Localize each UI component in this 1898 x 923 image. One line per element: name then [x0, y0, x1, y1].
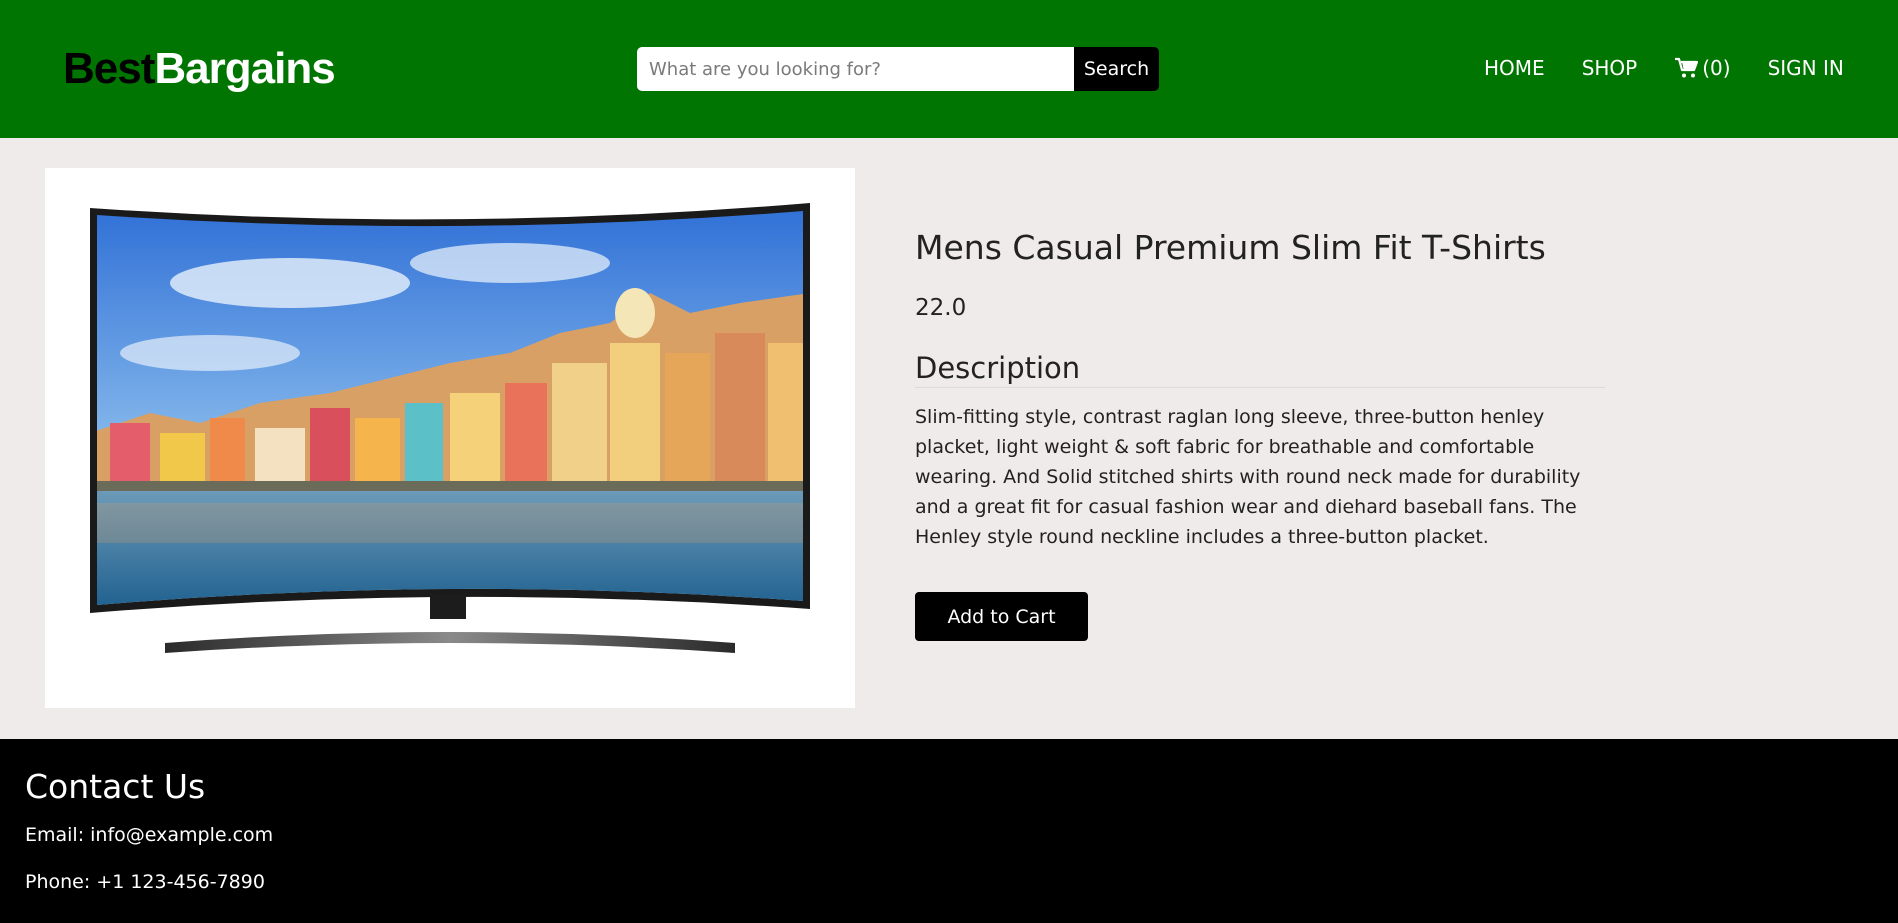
product-image-card — [45, 168, 855, 708]
curved-tv-image — [90, 203, 810, 653]
nav-shop[interactable]: SHOP — [1582, 56, 1638, 80]
logo-bargains: Bargains — [154, 44, 335, 93]
product-description: Slim-fitting style, contrast raglan long… — [915, 406, 1581, 548]
description-heading: Description — [915, 351, 1605, 388]
logo-best: Best — [63, 44, 155, 93]
contact-email: Email: info@example.com — [25, 824, 274, 846]
search-form: Search — [637, 47, 1159, 91]
brand-logo[interactable]: BestBargains — [63, 44, 336, 94]
nav-sign-in[interactable]: SIGN IN — [1768, 56, 1844, 80]
product-title: Mens Casual Premium Slim Fit T-Shirts — [915, 228, 1546, 267]
cart-icon — [1675, 57, 1699, 78]
contact-heading: Contact Us — [25, 767, 206, 806]
site-footer: Contact Us Email: info@example.com Phone… — [0, 739, 1898, 923]
nav-cart[interactable]: (0) — [1674, 56, 1731, 80]
contact-phone: Phone: +1 123-456-7890 — [25, 871, 265, 893]
search-input[interactable] — [637, 47, 1074, 91]
search-button[interactable]: Search — [1074, 47, 1159, 91]
product-details: Mens Casual Premium Slim Fit T-Shirts 22… — [915, 228, 1605, 641]
add-to-cart-button[interactable]: Add to Cart — [915, 592, 1088, 641]
cart-count: (0) — [1702, 56, 1731, 80]
product-price: 22.0 — [915, 295, 967, 321]
nav-home[interactable]: HOME — [1484, 56, 1545, 80]
main-nav: HOME SHOP (0) SIGN IN — [1484, 56, 1844, 80]
site-header: BestBargains Search HOME SHOP (0) SIGN I… — [0, 0, 1898, 138]
